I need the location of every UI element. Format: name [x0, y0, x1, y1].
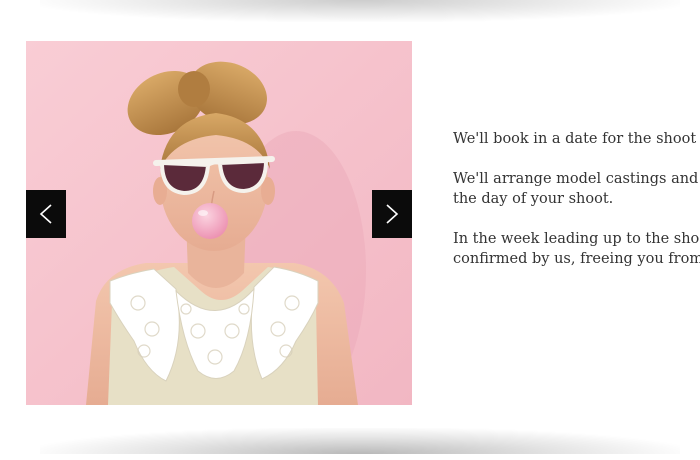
paragraph-booking: We'll book in a date for the shoot a — [453, 129, 700, 149]
paragraph-lead-up: In the week leading up to the shoo confi… — [453, 229, 700, 269]
paragraph-booking-line-1: We'll book in a date for the shoot a — [453, 131, 700, 147]
chevron-right-icon — [386, 204, 399, 224]
slide-photo — [26, 41, 412, 405]
process-description: We'll book in a date for the shoot a We'… — [453, 129, 700, 289]
image-slider — [26, 41, 412, 405]
top-divider-shadow — [40, 0, 680, 22]
slider-prev-button[interactable] — [26, 190, 66, 238]
paragraph-castings-line-1: We'll arrange model castings and — [453, 171, 699, 187]
chevron-left-icon — [39, 204, 52, 224]
paragraph-castings-line-2: the day of your shoot. — [453, 191, 614, 207]
paragraph-castings: We'll arrange model castings and the day… — [453, 169, 700, 209]
paragraph-lead-up-line-1: In the week leading up to the shoo — [453, 231, 700, 247]
bottom-divider-shadow — [40, 428, 680, 454]
paragraph-lead-up-line-2: confirmed by us, freeing you from — [453, 251, 700, 267]
slider-next-button[interactable] — [372, 190, 412, 238]
